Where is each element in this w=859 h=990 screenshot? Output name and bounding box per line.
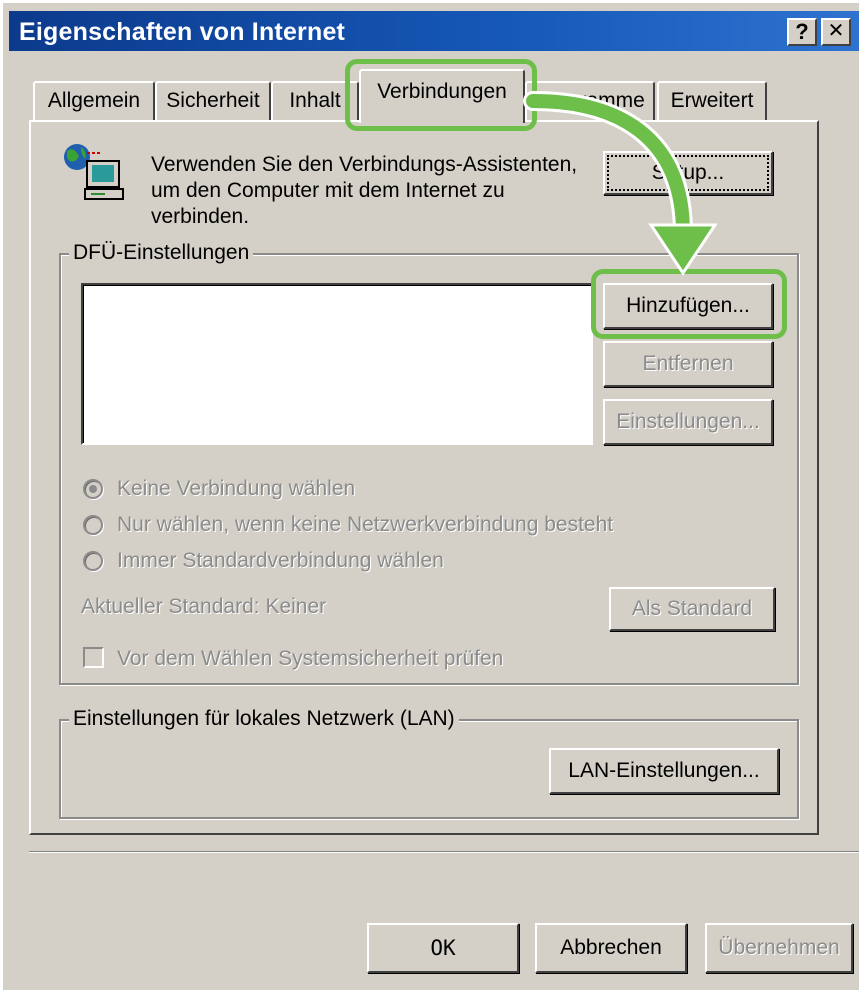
close-button[interactable]: ✕ [821,18,851,46]
add-button[interactable]: Hinzufügen... [603,283,773,329]
remove-button[interactable]: Entfernen [603,341,773,387]
tab-verbindungen[interactable]: Verbindungen [359,69,525,123]
settings-button-label: Einstellungen... [616,410,760,433]
security-check-label: Vor dem Wählen Systemsicherheit prüfen [117,647,504,670]
tab-allgemein[interactable]: Allgemein [33,81,155,121]
tab-erweitert[interactable]: Erweitert [657,81,767,121]
radio-no-dial[interactable] [83,479,103,499]
help-button[interactable]: ? [787,18,817,46]
current-default-value: Keiner [265,595,327,618]
cancel-button[interactable]: Abbrechen [535,923,687,973]
radio-no-dial-label: Keine Verbindung wählen [117,477,356,500]
tab-inhalt[interactable]: Inhalt [271,81,359,121]
wizard-text-line1: Verwenden Sie den Verbindungs-Assistente… [151,153,578,176]
wizard-text-line3: verbinden. [151,205,250,228]
title-bar[interactable]: Eigenschaften von Internet ? ✕ [9,11,859,51]
computer-globe-icon [64,144,124,200]
lan-settings-button[interactable]: LAN-Einstellungen... [549,748,779,794]
wizard-text-line2: um den Computer mit dem Internet zu [151,179,505,202]
radio-always-dial-label: Immer Standardverbindung wählen [117,549,444,572]
properties-dialog: Eigenschaften von Internet ? ✕ Allgemein… [0,0,859,990]
radio-dial-when-no-network-label: Nur wählen, wenn keine Netzwerkverbindun… [117,513,614,536]
add-button-label: Hinzufügen... [626,294,750,317]
setup-button-label: Setup... [651,161,725,184]
radio-dial-when-no-network[interactable] [83,515,103,535]
setup-button[interactable]: Setup... [603,151,773,195]
current-default-label: Aktueller Standard: Keiner [81,595,326,619]
footer-divider [29,851,859,853]
remove-button-label: Entfernen [642,352,734,375]
apply-button[interactable]: Übernehmen [705,923,853,973]
tab-programme[interactable]: Programme [525,81,655,121]
security-check-checkbox[interactable] [83,647,104,668]
radio-always-dial[interactable] [83,551,103,571]
ok-button-label: OK [430,936,456,960]
dialup-group-label: DFÜ-Einstellungen [69,241,254,265]
set-default-button-label: Als Standard [631,597,753,620]
cancel-button-label: Abbrechen [560,936,662,959]
tab-sicherheit[interactable]: Sicherheit [155,81,271,121]
dialup-connections-list[interactable] [81,283,593,445]
window-title: Eigenschaften von Internet [19,18,346,46]
settings-button[interactable]: Einstellungen... [603,399,773,445]
ok-button[interactable]: OK [367,923,519,973]
lan-group-label: Einstellungen für lokales Netzwerk (LAN) [69,707,459,731]
current-default-caption: Aktueller Standard: [81,595,260,618]
apply-button-label: Übernehmen [718,936,840,959]
lan-settings-button-label: LAN-Einstellungen... [568,759,760,782]
set-default-button[interactable]: Als Standard [609,587,775,631]
